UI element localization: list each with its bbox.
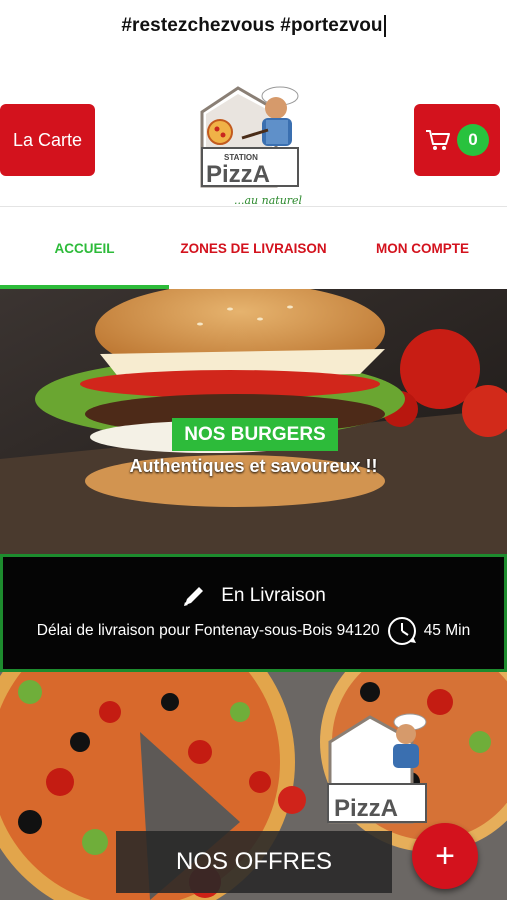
cart-count-badge: 0 — [457, 124, 489, 156]
text-caret — [383, 15, 386, 37]
offers-button[interactable]: NOS OFFRES — [116, 831, 392, 893]
svg-text:PizzA: PizzA — [206, 161, 270, 188]
offers-button-label: NOS OFFRES — [175, 848, 332, 875]
banner-badge: NOS BURGERS — [172, 418, 338, 451]
plus-icon: + — [435, 836, 455, 875]
svg-text:PizzA: PizzA — [334, 795, 398, 822]
tab-zones-de-livraison[interactable]: ZONES DE LIVRAISON — [169, 207, 338, 289]
logo[interactable]: STATION PizzA ...au naturel — [196, 82, 308, 208]
tab-mon-compte[interactable]: MON COMPTE — [338, 207, 507, 289]
delivery-delay-row: Délai de livraison pour Fontenay-sous-Bo… — [3, 615, 504, 647]
add-fab-button[interactable]: + — [412, 823, 478, 889]
marquee-text: #restezchezvous #portezvou — [121, 15, 383, 36]
menu-button[interactable]: La Carte — [0, 104, 95, 176]
delivery-time: 45 Min — [423, 622, 471, 639]
marquee-banner: #restezchezvous #portezvou — [0, 0, 507, 52]
delivery-title-row: En Livraison — [3, 583, 504, 609]
station-pizza-logo: STATION PizzA ...au naturel — [200, 86, 303, 207]
menu-button-label: La Carte — [12, 129, 83, 150]
banner-subtitle: Authentiques et savoureux !! — [129, 456, 378, 476]
main-tabs: ACCUEIL ZONES DE LIVRAISON MON COMPTE — [0, 207, 507, 289]
delivery-panel[interactable]: En Livraison Délai de livraison pour Fon… — [0, 554, 507, 672]
cart-icon — [426, 130, 450, 150]
clock-icon — [387, 617, 416, 645]
delivery-delay-text: Délai de livraison pour Fontenay-sous-Bo… — [36, 622, 380, 639]
pencil-icon — [184, 587, 204, 606]
delivery-title: En Livraison — [221, 585, 326, 606]
cart-button[interactable]: 0 — [414, 104, 500, 176]
tab-accueil[interactable]: ACCUEIL — [0, 207, 169, 289]
